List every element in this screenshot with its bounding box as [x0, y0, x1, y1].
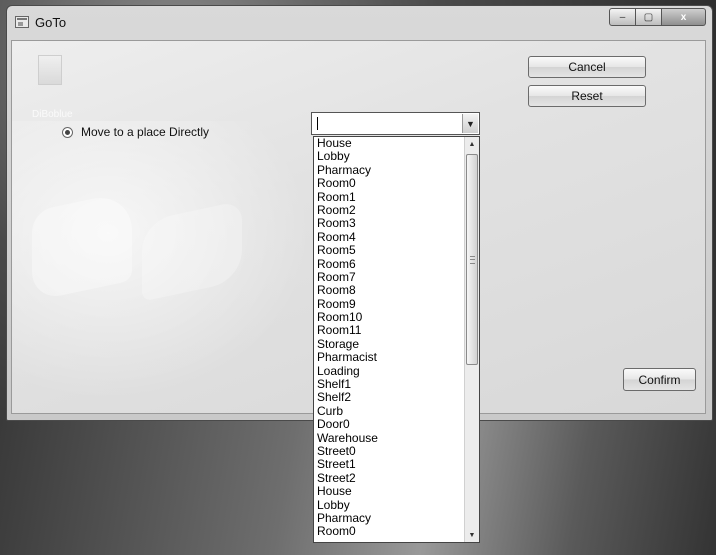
maximize-button[interactable]: ▢ — [636, 8, 662, 26]
window-title: GoTo — [35, 14, 67, 30]
destination-combobox[interactable]: ▼ — [311, 112, 480, 135]
dropdown-option[interactable]: Street2 — [314, 472, 464, 485]
caption-buttons: – ▢ x — [609, 8, 706, 26]
grip-icon — [470, 256, 475, 264]
destination-dropdown-list[interactable]: House Lobby Pharmacy Room0 Room1 Room2 Room3 Ro… — [313, 136, 480, 543]
move-directly-radio[interactable] — [62, 126, 73, 138]
dropdown-option[interactable]: Pharmacy — [314, 164, 464, 177]
move-directly-option[interactable]: Move to a place Directly — [62, 125, 209, 139]
background-ghost-label: DiBoblue — [32, 109, 73, 120]
dropdown-scrollbar[interactable]: ▲ ▼ — [464, 137, 479, 542]
dropdown-option[interactable]: Storage — [314, 338, 464, 351]
dropdown-option[interactable]: Lobby — [314, 150, 464, 163]
background-file-icon — [38, 55, 62, 85]
dropdown-option[interactable]: Loading — [314, 365, 464, 378]
close-button[interactable]: x — [662, 8, 706, 26]
dropdown-option[interactable]: Room11 — [314, 324, 464, 337]
dropdown-items: House Lobby Pharmacy Room0 Room1 Room2 Room3 Ro… — [314, 137, 464, 539]
dropdown-option[interactable]: Curb — [314, 405, 464, 418]
dropdown-option[interactable]: Room5 — [314, 244, 464, 257]
minimize-button[interactable]: – — [609, 8, 636, 26]
dropdown-option[interactable]: Room2 — [314, 204, 464, 217]
dropdown-option[interactable]: Pharmacy — [314, 512, 464, 525]
dropdown-option[interactable]: Warehouse — [314, 432, 464, 445]
scrollbar-thumb[interactable] — [466, 154, 478, 365]
dropdown-option[interactable]: House — [314, 485, 464, 498]
confirm-button[interactable]: Confirm — [623, 368, 696, 391]
dropdown-option[interactable]: Pharmacist — [314, 351, 464, 364]
destination-input[interactable] — [312, 113, 464, 134]
reset-button[interactable]: Reset — [528, 85, 646, 107]
dropdown-option[interactable]: Door0 — [314, 418, 464, 431]
dropdown-option[interactable]: Room10 — [314, 311, 464, 324]
dropdown-option[interactable]: Lobby — [314, 499, 464, 512]
dropdown-option[interactable]: Street0 — [314, 445, 464, 458]
dropdown-option[interactable]: Room1 — [314, 191, 464, 204]
dropdown-option[interactable]: Room4 — [314, 231, 464, 244]
text-caret — [317, 117, 318, 130]
dropdown-option[interactable]: Room0 — [314, 525, 464, 538]
dropdown-option[interactable]: Shelf2 — [314, 391, 464, 404]
window-icon — [15, 16, 29, 28]
dropdown-option[interactable]: Room3 — [314, 217, 464, 230]
move-directly-label: Move to a place Directly — [81, 125, 210, 139]
dropdown-arrow-button[interactable]: ▼ — [462, 114, 478, 133]
scroll-down-icon[interactable]: ▼ — [465, 528, 479, 542]
cancel-button[interactable]: Cancel — [528, 56, 646, 78]
dropdown-option[interactable]: Room0 — [314, 177, 464, 190]
scroll-up-icon[interactable]: ▲ — [465, 137, 479, 151]
dropdown-option[interactable]: Room7 — [314, 271, 464, 284]
dropdown-option[interactable]: Shelf1 — [314, 378, 464, 391]
dropdown-option[interactable]: House — [314, 137, 464, 150]
dropdown-option[interactable]: Room9 — [314, 298, 464, 311]
title-bar[interactable]: GoTo – ▢ x — [7, 6, 712, 38]
dropdown-option[interactable]: Street1 — [314, 458, 464, 471]
dropdown-option[interactable]: Room8 — [314, 284, 464, 297]
dropdown-option[interactable]: Room6 — [314, 258, 464, 271]
